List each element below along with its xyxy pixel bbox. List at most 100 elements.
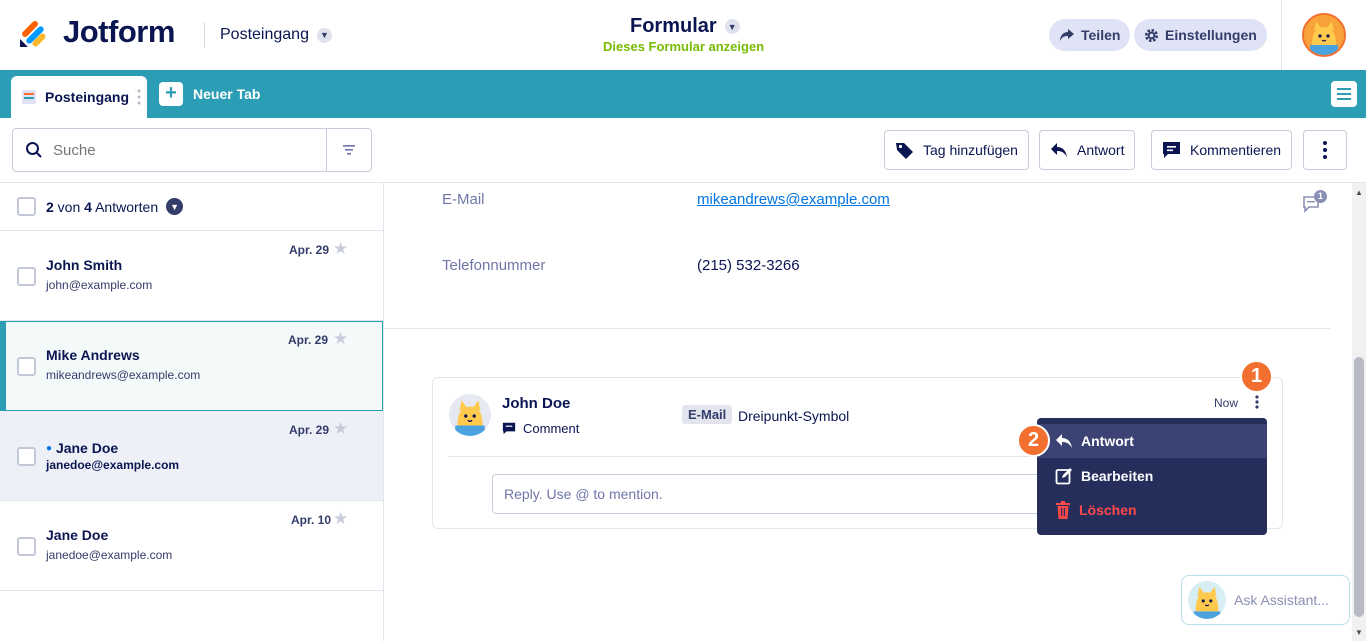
- comment-author: John Doe: [502, 395, 571, 412]
- comment-time: Now: [1214, 396, 1239, 410]
- new-tab-label: Neuer Tab: [193, 86, 261, 102]
- list-item-date: Apr. 10: [291, 513, 332, 527]
- comment-button[interactable]: Kommentieren: [1151, 130, 1293, 170]
- list-item-email: john@example.com: [46, 278, 153, 292]
- inbox-dropdown[interactable]: Posteingang ▼: [220, 26, 332, 44]
- commenter-avatar: [449, 394, 491, 436]
- scroll-up-arrow-icon[interactable]: ▲: [1355, 188, 1363, 197]
- submission-list: 2 von 4 Antworten ▼ John Smith john@exam…: [0, 183, 384, 641]
- list-item-name: ● Jane Doe: [46, 440, 119, 456]
- chevron-down-icon: ▼: [724, 19, 740, 34]
- cat-avatar-icon: [1304, 15, 1344, 55]
- form-title: Formular: [630, 15, 717, 37]
- inbox-dropdown-label: Posteingang: [220, 26, 309, 43]
- email-field-label: E-Mail: [442, 191, 485, 208]
- inbox-icon: [22, 90, 36, 104]
- menu-item-delete[interactable]: Löschen: [1037, 493, 1267, 527]
- star-icon[interactable]: ★: [333, 509, 348, 529]
- logo-wordmark[interactable]: Jotform: [63, 14, 175, 50]
- phone-field-label: Telefonnummer: [442, 257, 546, 274]
- settings-button-label: Einstellungen: [1165, 27, 1257, 43]
- star-icon[interactable]: ★: [333, 239, 348, 259]
- row-checkbox[interactable]: [17, 357, 36, 376]
- chevron-down-icon: ▼: [316, 27, 332, 43]
- comments-count-button[interactable]: 1: [1302, 190, 1328, 214]
- list-item-name: Mike Andrews: [46, 347, 140, 363]
- tag-icon: [896, 142, 913, 159]
- reply-icon: [1051, 143, 1067, 157]
- share-button-label: Teilen: [1081, 27, 1121, 43]
- settings-button[interactable]: Einstellungen: [1134, 19, 1267, 51]
- list-item-email: mikeandrews@example.com: [46, 368, 201, 382]
- menu-item-edit[interactable]: Bearbeiten: [1037, 459, 1267, 493]
- unread-dot-icon: ●: [46, 443, 53, 454]
- vertical-dots-icon: [1323, 141, 1327, 159]
- comment-type: Comment: [502, 421, 579, 436]
- comment-icon: [502, 422, 516, 435]
- assistant-avatar: [1188, 581, 1226, 619]
- list-item-date: Apr. 29: [289, 423, 330, 437]
- tab-inbox[interactable]: Posteingang: [11, 76, 147, 118]
- view-form-link[interactable]: Dieses Formular anzeigen: [603, 39, 764, 54]
- vertical-dots-icon: [1255, 395, 1259, 409]
- header-divider: [204, 22, 205, 48]
- comment-context-menu: Antwort Bearbeiten Löschen: [1037, 418, 1267, 535]
- row-checkbox[interactable]: [17, 447, 36, 466]
- email-field-value[interactable]: mikeandrews@example.com: [697, 191, 890, 208]
- main-scrollbar[interactable]: ▲ ▼: [1352, 183, 1366, 641]
- tab-bar: Posteingang + Neuer Tab: [0, 70, 1366, 118]
- cat-avatar-icon: [455, 400, 485, 436]
- step-badge-1: 1: [1240, 360, 1273, 393]
- add-tag-button[interactable]: Tag hinzufügen: [884, 130, 1029, 170]
- row-checkbox[interactable]: [17, 537, 36, 556]
- filter-button[interactable]: [326, 129, 371, 171]
- select-all-checkbox[interactable]: [17, 197, 36, 216]
- comment-count-badge: 1: [1314, 190, 1327, 203]
- list-item-name: Jane Doe: [46, 527, 109, 543]
- ask-assistant-button[interactable]: Ask Assistant...: [1181, 575, 1350, 625]
- selection-count: 2 von 4 Antworten: [46, 198, 159, 215]
- phone-field-value: (215) 532-3266: [697, 257, 800, 274]
- comment-icon: [1163, 142, 1180, 158]
- section-divider: [384, 328, 1330, 329]
- scrollbar-thumb[interactable]: [1354, 357, 1364, 617]
- row-checkbox[interactable]: [17, 267, 36, 286]
- reply-button[interactable]: Antwort: [1039, 130, 1136, 170]
- form-title-dropdown[interactable]: Formular ▼: [630, 15, 740, 38]
- search-input[interactable]: [53, 141, 313, 159]
- step-badge-2: 2: [1017, 424, 1050, 457]
- chevron-down-icon[interactable]: ▼: [166, 198, 184, 215]
- filter-icon: [343, 145, 355, 155]
- reply-icon: [1056, 434, 1072, 448]
- menu-item-reply[interactable]: Antwort: [1037, 424, 1267, 458]
- drag-handle-icon[interactable]: [137, 89, 141, 105]
- list-item[interactable]: Jane Doe janedoe@example.com Apr. 10 ★: [0, 501, 383, 591]
- comment-tag: E-Mail: [682, 405, 733, 424]
- comment-label: Kommentieren: [1190, 142, 1282, 158]
- list-item-selected[interactable]: Mike Andrews mikeandrews@example.com Apr…: [0, 321, 383, 411]
- reply-label: Antwort: [1077, 142, 1125, 158]
- user-avatar[interactable]: [1302, 13, 1346, 57]
- add-tag-label: Tag hinzufügen: [923, 142, 1018, 158]
- scroll-down-arrow-icon[interactable]: ▼: [1355, 628, 1363, 637]
- star-icon[interactable]: ★: [333, 329, 348, 349]
- tab-inbox-label: Posteingang: [45, 89, 130, 105]
- star-icon[interactable]: ★: [333, 419, 348, 439]
- hamburger-menu-icon[interactable]: [1331, 81, 1357, 107]
- reply-input[interactable]: Reply. Use @ to mention.: [492, 474, 1052, 514]
- list-item-date: Apr. 29: [289, 243, 330, 257]
- jotform-logo-icon[interactable]: [18, 17, 50, 49]
- list-item[interactable]: John Smith john@example.com Apr. 29 ★: [0, 231, 383, 321]
- cat-avatar-icon: [1193, 586, 1221, 619]
- share-button[interactable]: Teilen: [1049, 19, 1131, 51]
- comment-options-button[interactable]: [1251, 395, 1263, 413]
- search-field[interactable]: [12, 128, 372, 172]
- trash-icon: [1056, 501, 1070, 519]
- new-tab-button[interactable]: + Neuer Tab: [159, 82, 260, 106]
- list-item-unread[interactable]: ● Jane Doe janedoe@example.com Apr. 29 ★: [0, 411, 383, 501]
- list-item-email: janedoe@example.com: [46, 458, 180, 472]
- more-options-button[interactable]: [1303, 130, 1347, 170]
- list-header: 2 von 4 Antworten ▼: [0, 183, 383, 231]
- search-icon: [26, 142, 42, 158]
- edit-icon: [1055, 468, 1072, 485]
